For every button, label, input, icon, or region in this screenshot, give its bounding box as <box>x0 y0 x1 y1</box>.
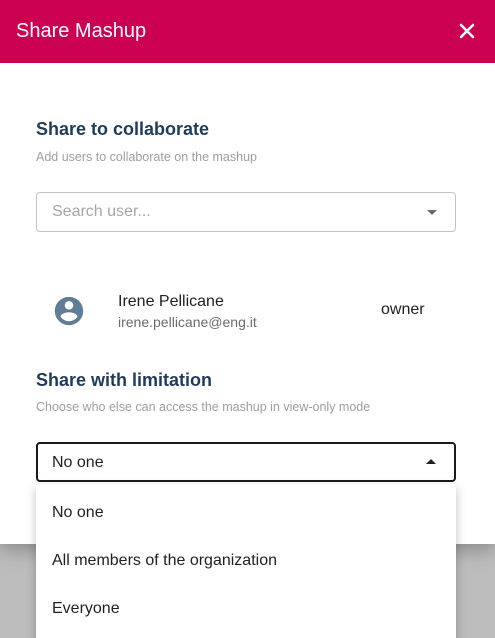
limitation-section-description: Choose who else can access the mashup in… <box>36 400 371 414</box>
option-no-one[interactable]: No one <box>36 489 456 537</box>
limitation-section-title: Share with limitation <box>36 370 213 390</box>
option-all-members[interactable]: All members of the organization <box>36 537 456 585</box>
user-search-input[interactable] <box>52 193 422 231</box>
chevron-down-icon[interactable] <box>427 210 437 215</box>
access-select[interactable]: No one <box>36 442 456 482</box>
user-search-field[interactable] <box>36 192 456 232</box>
user-name: Irene Pellicane <box>118 293 224 310</box>
user-role: owner <box>381 301 425 318</box>
access-options-menu: No one All members of the organization E… <box>36 484 456 638</box>
share-mashup-dialog: Share Mashup Share to collaborate Add us… <box>0 0 495 544</box>
chevron-up-icon[interactable] <box>426 459 436 464</box>
collaborator-row: Irene Pellicane irene.pellicane@eng.it o… <box>0 288 495 334</box>
option-everyone[interactable]: Everyone <box>36 585 456 633</box>
dialog-header: Share Mashup <box>0 0 495 63</box>
close-button[interactable] <box>453 17 481 45</box>
collaborate-section-description: Add users to collaborate on the mashup <box>36 150 257 164</box>
access-select-value: No one <box>52 454 104 471</box>
collaborate-section-title: Share to collaborate <box>36 119 210 139</box>
user-email: irene.pellicane@eng.it <box>118 314 257 330</box>
dialog-title: Share Mashup <box>16 20 147 42</box>
account-circle-icon <box>54 296 84 326</box>
close-icon <box>459 23 475 39</box>
